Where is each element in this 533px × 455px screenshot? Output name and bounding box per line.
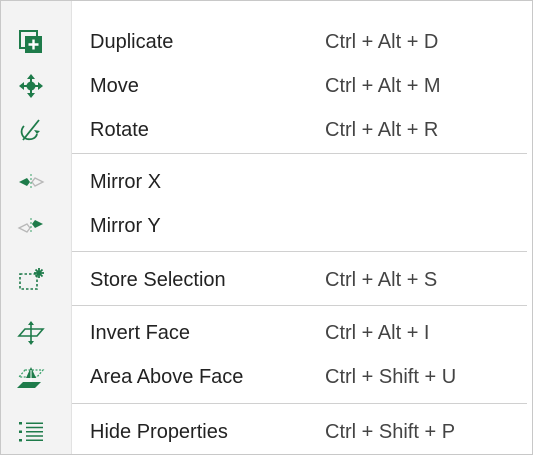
invert-face-icon bbox=[17, 320, 45, 346]
menu-item-mirror-y[interactable]: Mirror Y bbox=[1, 204, 532, 248]
duplicate-icon bbox=[17, 29, 45, 55]
menu-item-shortcut: Ctrl + Alt + R bbox=[325, 119, 439, 141]
menu-separator bbox=[72, 153, 527, 154]
list-icon bbox=[17, 419, 45, 445]
menu-item-shortcut: Ctrl + Alt + M bbox=[325, 75, 441, 97]
move-icon bbox=[17, 73, 45, 99]
menu-item-area-above-face[interactable]: Area Above Face Ctrl + Shift + U bbox=[1, 355, 532, 399]
menu-item-label: Duplicate bbox=[90, 31, 174, 53]
menu-item-move[interactable]: Move Ctrl + Alt + M bbox=[1, 64, 532, 108]
area-above-face-icon bbox=[17, 364, 45, 390]
menu-item-mirror-x[interactable]: Mirror X bbox=[1, 160, 532, 204]
menu-item-label: Mirror X bbox=[90, 171, 162, 193]
menu-item-label: Hide Properties bbox=[90, 421, 228, 443]
menu-item-store-selection[interactable]: Store Selection Ctrl + Alt + S bbox=[1, 258, 532, 302]
menu-item-shortcut: Ctrl + Alt + S bbox=[325, 269, 438, 291]
menu-separator bbox=[72, 251, 527, 252]
mirror-x-icon bbox=[17, 169, 45, 195]
menu-separator bbox=[72, 305, 527, 306]
menu-item-shortcut: Ctrl + Shift + U bbox=[325, 366, 457, 388]
menu-item-label: Move bbox=[90, 75, 139, 97]
menu-item-shortcut: Ctrl + Alt + I bbox=[325, 322, 430, 344]
rotate-icon bbox=[17, 117, 45, 143]
menu-item-label: Store Selection bbox=[90, 269, 226, 291]
mirror-y-icon bbox=[17, 213, 45, 239]
menu-item-duplicate[interactable]: Duplicate Ctrl + Alt + D bbox=[1, 20, 532, 64]
menu-item-label: Rotate bbox=[90, 119, 149, 141]
context-menu: Duplicate Ctrl + Alt + D Move Ctrl + Alt… bbox=[0, 0, 533, 455]
menu-item-hide-properties[interactable]: Hide Properties Ctrl + Shift + P bbox=[1, 410, 532, 454]
menu-separator bbox=[72, 403, 527, 404]
menu-item-label: Invert Face bbox=[90, 322, 191, 344]
store-selection-icon bbox=[17, 267, 45, 293]
menu-item-shortcut: Ctrl + Alt + D bbox=[325, 31, 439, 53]
menu-item-label: Mirror Y bbox=[90, 215, 161, 237]
menu-item-rotate[interactable]: Rotate Ctrl + Alt + R bbox=[1, 108, 532, 152]
menu-item-invert-face[interactable]: Invert Face Ctrl + Alt + I bbox=[1, 311, 532, 355]
menu-item-label: Area Above Face bbox=[90, 366, 244, 388]
menu-item-shortcut: Ctrl + Shift + P bbox=[325, 421, 456, 443]
